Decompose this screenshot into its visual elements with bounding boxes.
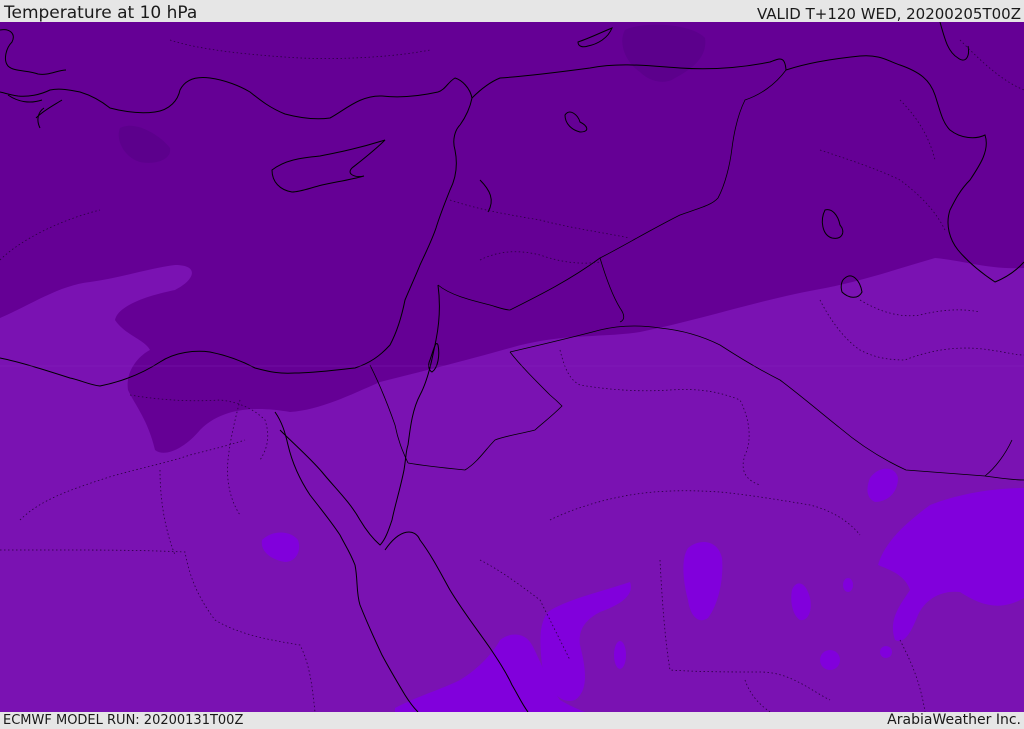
footer-bar: ECMWF MODEL RUN: 20200131T00Z ArabiaWeat… [0,712,1024,729]
map-panel[interactable] [0,22,1024,712]
temperature-field-warm-blob7 [843,578,853,592]
valid-time: VALID T+120 WED, 20200205T00Z [756,5,1021,23]
temperature-field-warm-blob6 [614,641,626,669]
temperature-field-warm-blob8 [880,646,892,658]
temperature-field-warm-blob5 [820,650,840,670]
model-run-label: ECMWF MODEL RUN: 20200131T00Z [3,713,244,728]
weather-map [0,22,1024,712]
map-title: Temperature at 10 hPa [4,3,198,23]
header-bar: Temperature at 10 hPa VALID T+120 WED, 2… [0,0,1024,23]
credit-label: ArabiaWeather Inc. [887,712,1021,728]
